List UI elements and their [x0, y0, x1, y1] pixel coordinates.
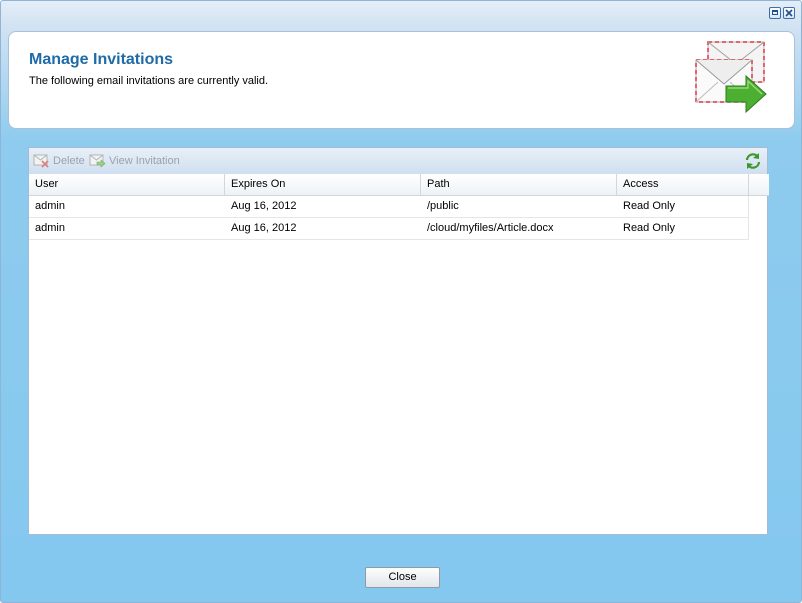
cell-path: /cloud/myfiles/Article.docx: [427, 222, 554, 234]
column-header-user[interactable]: User: [29, 174, 225, 195]
cell-expires-on: Aug 16, 2012: [231, 222, 297, 234]
page-subtitle: The following email invitations are curr…: [29, 75, 269, 87]
cell-user: admin: [35, 222, 65, 234]
column-header-access[interactable]: Access: [617, 174, 749, 195]
manage-invitations-dialog: Manage Invitations The following email i…: [0, 0, 802, 603]
delete-button[interactable]: Delete: [33, 153, 85, 168]
view-invitation-button[interactable]: View Invitation: [89, 153, 180, 168]
maximize-button[interactable]: [769, 7, 781, 19]
invitations-grid: Delete View Invitation User Expires On P…: [28, 147, 769, 535]
grid-header: User Expires On Path Access: [29, 174, 769, 196]
delete-icon: [33, 154, 49, 168]
column-header-path[interactable]: Path: [421, 174, 617, 195]
view-invitation-label: View Invitation: [109, 154, 180, 167]
column-header-expires-on[interactable]: Expires On: [225, 174, 421, 195]
close-window-button[interactable]: [783, 7, 795, 19]
delete-label: Delete: [53, 154, 85, 167]
close-button[interactable]: Close: [365, 567, 440, 588]
cell-expires-on: Aug 16, 2012: [231, 200, 297, 212]
refresh-icon[interactable]: [744, 152, 762, 170]
table-row[interactable]: admin Aug 16, 2012 /public Read Only: [29, 196, 749, 218]
window-controls: [769, 7, 795, 19]
cell-access: Read Only: [623, 222, 675, 234]
page-title: Manage Invitations: [29, 51, 174, 68]
view-invitation-icon: [89, 154, 106, 168]
table-row[interactable]: admin Aug 16, 2012 /cloud/myfiles/Articl…: [29, 218, 749, 240]
cell-path: /public: [427, 200, 459, 212]
grid-toolbar: Delete View Invitation: [29, 148, 767, 175]
header-panel: Manage Invitations The following email i…: [8, 31, 795, 129]
close-icon: [785, 9, 793, 17]
email-invitation-icon: [695, 41, 767, 114]
cell-access: Read Only: [623, 200, 675, 212]
cell-user: admin: [35, 200, 65, 212]
